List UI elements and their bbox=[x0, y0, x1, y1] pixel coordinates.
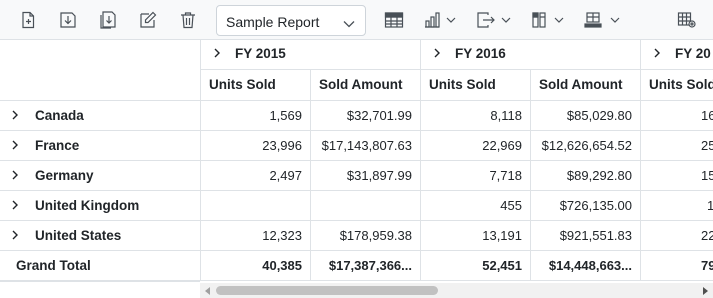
grand-total-icon[interactable] bbox=[584, 7, 624, 33]
value-cell[interactable]: 16 bbox=[641, 101, 713, 131]
value-cell[interactable]: 25 bbox=[641, 131, 713, 161]
row-header[interactable]: United Kingdom bbox=[0, 191, 201, 221]
grand-total-label: Grand Total bbox=[0, 251, 201, 281]
pivot-grid: FY 2015 FY 2016 FY 20 Units Sold Sold Am… bbox=[0, 40, 713, 281]
value-cell[interactable]: $12,626,654.52 bbox=[531, 131, 641, 161]
value-cell[interactable]: 12,323 bbox=[201, 221, 311, 251]
value-cell[interactable]: 1,569 bbox=[201, 101, 311, 131]
value-cell[interactable]: 15 bbox=[641, 161, 713, 191]
subtotal-icon[interactable] bbox=[530, 7, 568, 33]
year-header[interactable]: FY 2015 bbox=[201, 40, 421, 70]
grand-total-cell[interactable]: $17,387,366... bbox=[311, 251, 421, 281]
measure-header[interactable]: Units Sold bbox=[641, 70, 713, 101]
measure-header[interactable]: Units Sold bbox=[421, 70, 531, 101]
value-cell[interactable]: $89,292.80 bbox=[531, 161, 641, 191]
value-cell[interactable]: 8,118 bbox=[421, 101, 531, 131]
chevron-down-icon bbox=[343, 16, 355, 31]
row-label: Germany bbox=[35, 168, 94, 183]
row-label: France bbox=[35, 138, 80, 153]
measure-header[interactable]: Sold Amount bbox=[531, 70, 641, 101]
value-cell[interactable]: 22,969 bbox=[421, 131, 531, 161]
new-report-icon[interactable] bbox=[15, 7, 41, 33]
value-cell[interactable]: $85,029.80 bbox=[531, 101, 641, 131]
value-cell[interactable]: 22 bbox=[641, 221, 713, 251]
report-select-value: Sample Report bbox=[226, 14, 320, 30]
value-cell-text: 16 bbox=[701, 108, 713, 123]
row-header[interactable]: Germany bbox=[0, 161, 201, 191]
row-header[interactable]: United States bbox=[0, 221, 201, 251]
grand-total-cell[interactable]: 40,385 bbox=[201, 251, 311, 281]
report-select[interactable]: Sample Report bbox=[216, 5, 366, 36]
row-label: United States bbox=[35, 228, 122, 243]
horizontal-scrollbar[interactable] bbox=[200, 283, 713, 298]
grid-view-icon[interactable] bbox=[381, 7, 407, 33]
year-label: FY 20 bbox=[675, 46, 711, 61]
value-cell[interactable]: $31,897.99 bbox=[311, 161, 421, 191]
row-header-footer bbox=[0, 281, 200, 298]
value-cell[interactable]: 7,718 bbox=[421, 161, 531, 191]
value-cell-text: 15 bbox=[701, 168, 713, 183]
value-cell[interactable]: 455 bbox=[421, 191, 531, 221]
chevron-right-icon[interactable] bbox=[653, 40, 665, 68]
row-header-corner bbox=[0, 40, 201, 101]
value-cell-text: 22 bbox=[701, 228, 713, 243]
chevron-right-icon[interactable] bbox=[11, 221, 23, 250]
chevron-right-icon[interactable] bbox=[11, 131, 23, 160]
measure-header[interactable]: Units Sold bbox=[201, 70, 311, 101]
row-header[interactable]: Canada bbox=[0, 101, 201, 131]
chevron-right-icon[interactable] bbox=[11, 191, 23, 220]
value-cell[interactable] bbox=[201, 191, 311, 221]
row-label: Canada bbox=[35, 108, 84, 123]
value-cell[interactable]: 2,497 bbox=[201, 161, 311, 191]
scroll-right-icon[interactable] bbox=[703, 287, 708, 295]
chevron-right-icon[interactable] bbox=[433, 40, 445, 68]
year-label: FY 2015 bbox=[235, 46, 286, 61]
value-cell[interactable]: 1 bbox=[641, 191, 713, 221]
save-as-icon[interactable] bbox=[95, 7, 121, 33]
chevron-right-icon[interactable] bbox=[11, 101, 23, 130]
value-cell-text: 25 bbox=[701, 138, 713, 153]
value-cell[interactable] bbox=[311, 191, 421, 221]
save-icon[interactable] bbox=[55, 7, 81, 33]
chevron-right-icon[interactable] bbox=[11, 161, 23, 190]
measure-header[interactable]: Sold Amount bbox=[311, 70, 421, 101]
value-cell[interactable]: 13,191 bbox=[421, 221, 531, 251]
row-label: United Kingdom bbox=[35, 198, 140, 213]
value-cell-text: 1 bbox=[707, 191, 713, 220]
value-cell[interactable]: $921,551.83 bbox=[531, 221, 641, 251]
value-cell[interactable]: $17,143,807.63 bbox=[311, 131, 421, 161]
year-header[interactable]: FY 2016 bbox=[421, 40, 641, 70]
year-label: FY 2016 bbox=[455, 46, 506, 61]
export-icon[interactable] bbox=[476, 7, 514, 33]
grand-total-cell[interactable]: 52,451 bbox=[421, 251, 531, 281]
chart-icon[interactable] bbox=[423, 7, 459, 33]
value-cell[interactable]: $32,701.99 bbox=[311, 101, 421, 131]
value-cell[interactable]: $726,135.00 bbox=[531, 191, 641, 221]
chevron-right-icon[interactable] bbox=[213, 40, 225, 68]
year-header[interactable]: FY 20 bbox=[641, 40, 713, 70]
grand-total-cell[interactable]: $14,448,663... bbox=[531, 251, 641, 281]
scrollbar-thumb[interactable] bbox=[216, 286, 438, 295]
grand-total-cell[interactable]: 79 bbox=[641, 251, 713, 281]
toolbar: Sample Report bbox=[0, 0, 713, 40]
value-cell[interactable]: 23,996 bbox=[201, 131, 311, 161]
grand-total-cell-text: 79 bbox=[701, 258, 713, 273]
row-header[interactable]: France bbox=[0, 131, 201, 161]
scroll-left-icon[interactable] bbox=[205, 287, 210, 295]
value-cell[interactable]: $178,959.38 bbox=[311, 221, 421, 251]
format-icon[interactable] bbox=[674, 7, 700, 33]
delete-icon[interactable] bbox=[175, 7, 201, 33]
rename-icon[interactable] bbox=[135, 7, 161, 33]
